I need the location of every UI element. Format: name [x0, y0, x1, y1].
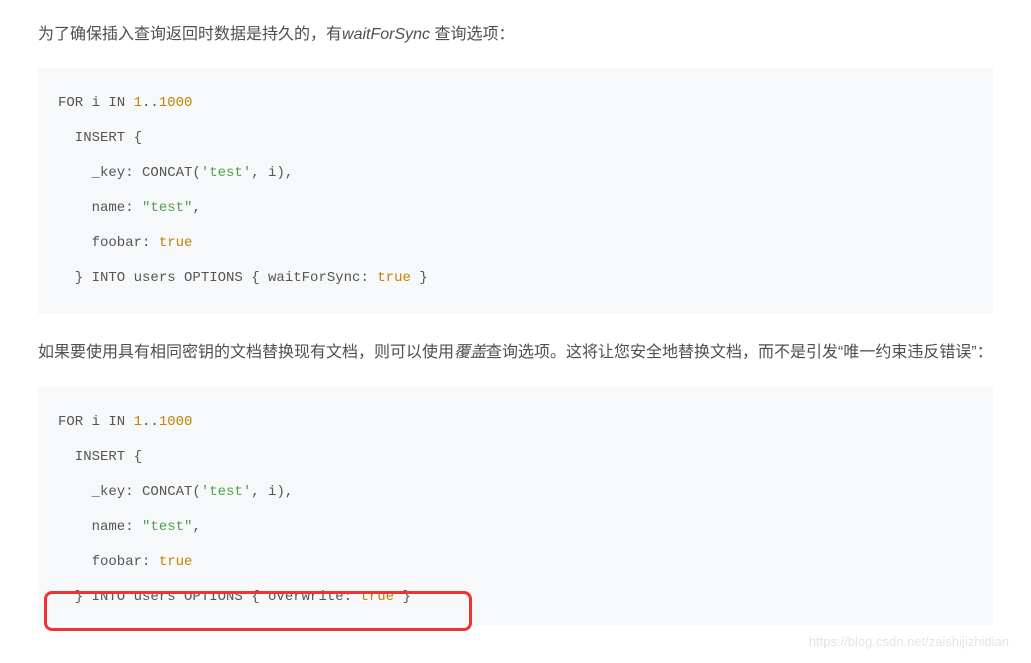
paragraph-2-prefix: 如果要使用具有相同密钥的文档替换现有文档，则可以使用 — [38, 344, 454, 361]
code1-line5-true: true — [159, 235, 193, 251]
code1-line4-str: "test" — [142, 200, 192, 216]
code1-line2: INSERT { — [58, 130, 142, 146]
code1-line1-num1: 1 — [134, 95, 142, 111]
code1-line6-b: } — [411, 270, 428, 286]
paragraph-2-italic: 覆盖 — [454, 344, 486, 361]
code1-line1-b: .. — [142, 95, 159, 111]
code-block-1: FOR i IN 1..1000 INSERT { _key: CONCAT('… — [38, 68, 993, 314]
paragraph-1: 为了确保插入查询返回时数据是持久的，有waitForSync 查询选项： — [38, 20, 993, 50]
code2-line1-a: FOR i IN — [58, 414, 134, 430]
paragraph-2-suffix: 查询选项。这将让您安全地替换文档，而不是引发“唯一约束违反错误”： — [486, 344, 993, 361]
code2-line1-num1: 1 — [134, 414, 142, 430]
code1-line3-b: , i), — [251, 165, 293, 181]
code-block-2: FOR i IN 1..1000 INSERT { _key: CONCAT('… — [38, 387, 993, 625]
code1-line1-num2: 1000 — [159, 95, 193, 111]
code1-line5-a: foobar: — [58, 235, 159, 251]
highlight-box — [44, 591, 472, 631]
code2-line3-a: _key: CONCAT( — [58, 484, 201, 500]
code2-line4-a: name: — [58, 519, 142, 535]
code2-line2: INSERT { — [58, 449, 142, 465]
code1-line6-true: true — [377, 270, 411, 286]
code2-line1-b: .. — [142, 414, 159, 430]
code1-line6-a: } INTO users OPTIONS { waitForSync: — [58, 270, 377, 286]
code2-line4-b: , — [192, 519, 200, 535]
paragraph-2: 如果要使用具有相同密钥的文档替换现有文档，则可以使用覆盖查询选项。这将让您安全地… — [38, 338, 993, 368]
code2-line1-num2: 1000 — [159, 414, 193, 430]
code2-line5-true: true — [159, 554, 193, 570]
code1-line4-b: , — [192, 200, 200, 216]
code2-line5-a: foobar: — [58, 554, 159, 570]
paragraph-1-italic: waitForSync — [342, 26, 430, 43]
paragraph-1-suffix: 查询选项： — [430, 26, 514, 43]
code2-line3-b: , i), — [251, 484, 293, 500]
code1-line3-str: 'test' — [201, 165, 251, 181]
code1-line1-a: FOR i IN — [58, 95, 134, 111]
watermark: https://blog.csdn.net/zaishijizhidian — [809, 634, 1009, 649]
code1-line3-a: _key: CONCAT( — [58, 165, 201, 181]
code2-line4-str: "test" — [142, 519, 192, 535]
code1-line4-a: name: — [58, 200, 142, 216]
paragraph-1-prefix: 为了确保插入查询返回时数据是持久的，有 — [38, 26, 342, 43]
code2-line3-str: 'test' — [201, 484, 251, 500]
